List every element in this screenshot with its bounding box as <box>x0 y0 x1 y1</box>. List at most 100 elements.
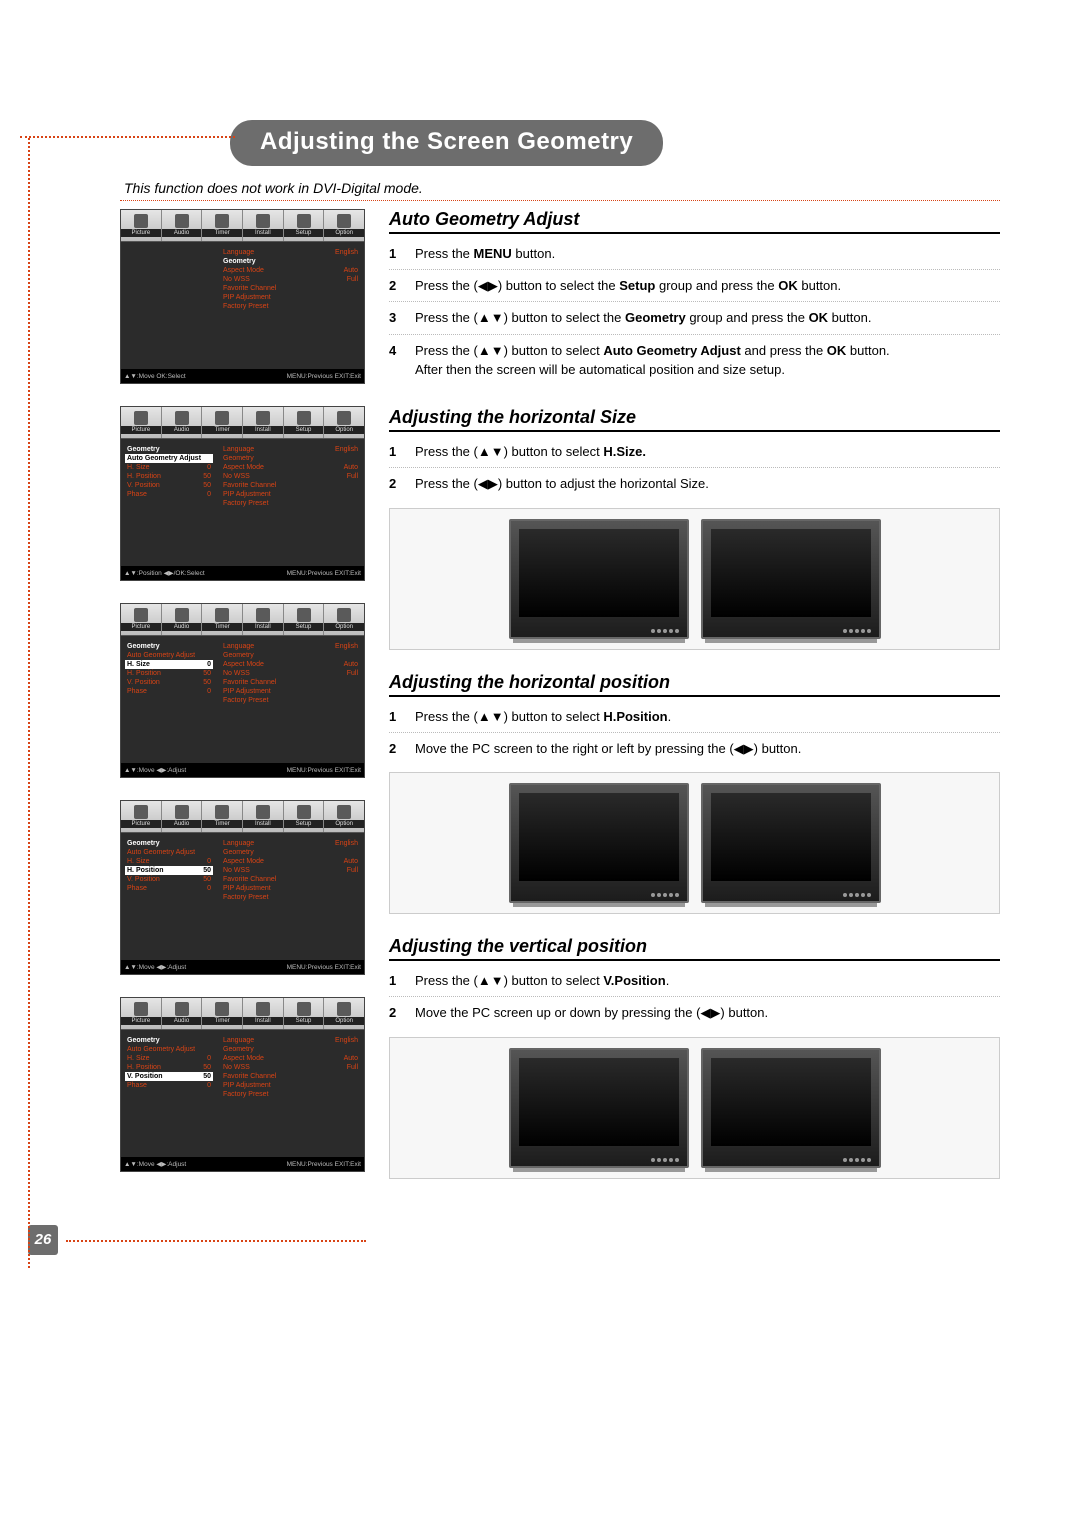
osd-tab-icon <box>134 214 148 228</box>
osd-tab-label: Setup <box>284 426 324 434</box>
page-note: This function does not work in DVI-Digit… <box>124 180 1000 196</box>
osd-tab-icon <box>297 411 311 425</box>
osd-menu-item: Factory Preset <box>221 1090 360 1099</box>
osd-tab: Audio <box>162 407 203 438</box>
osd-submenu-item: V. Position50 <box>125 678 213 687</box>
step-item: 2Move the PC screen to the right or left… <box>389 733 1000 764</box>
step-text: Move the PC screen to the right or left … <box>415 739 1000 758</box>
osd-tab-icon <box>337 411 351 425</box>
tv-compare-figure <box>389 772 1000 914</box>
step-list: 1Press the (▲▼) button to select V.Posit… <box>389 965 1000 1028</box>
osd-menu-item: LanguageEnglish <box>221 839 360 848</box>
tv-illustration <box>509 783 689 903</box>
step-item: 3Press the (▲▼) button to select the Geo… <box>389 302 1000 334</box>
osd-menu-item: Geometry <box>221 1045 360 1054</box>
osd-tab: Picture <box>121 604 162 635</box>
osd-tab: Audio <box>162 998 203 1029</box>
osd-tab-icon <box>256 214 270 228</box>
osd-tab-label: Picture <box>121 820 161 828</box>
step-text: Press the MENU button. <box>415 244 1000 263</box>
osd-submenu-heading: Geometry <box>125 839 213 848</box>
tv-illustration <box>701 783 881 903</box>
osd-submenu-item: Auto Geometry Adjust <box>125 454 213 463</box>
step-text: Press the (▲▼) button to select H.Positi… <box>415 707 1000 726</box>
osd-tab: Audio <box>162 801 203 832</box>
osd-submenu-item: Auto Geometry Adjust <box>125 1045 213 1054</box>
osd-tab-label: Audio <box>162 820 202 828</box>
step-number: 4 <box>389 341 405 379</box>
osd-submenu-item: Phase0 <box>125 1081 213 1090</box>
osd-menu-item: No WSSFull <box>221 669 360 678</box>
osd-tab-label: Setup <box>284 229 324 237</box>
section-title: Adjusting the horizontal position <box>389 672 1000 697</box>
osd-submenu-item: H. Position50 <box>125 669 213 678</box>
osd-tab-label: Install <box>243 229 283 237</box>
osd-menu-item: Aspect ModeAuto <box>221 1054 360 1063</box>
osd-submenu-item: H. Position50 <box>125 866 213 875</box>
osd-tab: Option <box>324 604 364 635</box>
osd-tab-label: Install <box>243 1017 283 1025</box>
step-item: 1Press the MENU button. <box>389 238 1000 270</box>
osd-tab-icon <box>134 411 148 425</box>
osd-footer-left: ▲▼:Move ◀▶:Adjust <box>124 1160 186 1168</box>
osd-submenu-item: H. Size0 <box>125 463 213 472</box>
osd-tab-icon <box>337 1002 351 1016</box>
osd-tab-label: Picture <box>121 426 161 434</box>
osd-submenu-item: Auto Geometry Adjust <box>125 651 213 660</box>
osd-footer-right: MENU:Previous EXIT:Exit <box>287 1161 361 1168</box>
osd-tab-label: Timer <box>202 229 242 237</box>
screenshots-column: PictureAudioTimerInstallSetupOptionLangu… <box>120 209 365 1201</box>
step-item: 1Press the (▲▼) button to select H.Posit… <box>389 701 1000 733</box>
osd-tab-icon <box>134 608 148 622</box>
osd-menu-item: PIP Adjustment <box>221 1081 360 1090</box>
osd-menu-item: PIP Adjustment <box>221 687 360 696</box>
osd-screenshot: PictureAudioTimerInstallSetupOptionGeome… <box>120 406 365 581</box>
osd-menu-item: Geometry <box>221 651 360 660</box>
osd-tab-label: Timer <box>202 623 242 631</box>
osd-menu-item: Geometry <box>221 848 360 857</box>
osd-tab-label: Picture <box>121 1017 161 1025</box>
osd-tab-icon <box>256 1002 270 1016</box>
osd-tab: Audio <box>162 210 203 241</box>
section-vpos: Adjusting the vertical position1Press th… <box>389 936 1000 1178</box>
osd-tab-icon <box>256 608 270 622</box>
step-number: 2 <box>389 1003 405 1022</box>
step-number: 2 <box>389 276 405 295</box>
step-item: 2Press the (◀▶) button to adjust the hor… <box>389 468 1000 499</box>
osd-menu-item: Factory Preset <box>221 499 360 508</box>
osd-submenu-heading: Geometry <box>125 1036 213 1045</box>
osd-menu-item: LanguageEnglish <box>221 642 360 651</box>
tv-illustration <box>509 519 689 639</box>
osd-menu-item: PIP Adjustment <box>221 490 360 499</box>
osd-menu-item: Factory Preset <box>221 302 360 311</box>
step-text: Press the (▲▼) button to select H.Size. <box>415 442 1000 461</box>
osd-submenu-heading: Geometry <box>125 642 213 651</box>
osd-menu-item: Favorite Channel <box>221 1072 360 1081</box>
osd-menu-item: No WSSFull <box>221 472 360 481</box>
osd-menu-item: Geometry <box>221 454 360 463</box>
osd-menu-item: Aspect ModeAuto <box>221 463 360 472</box>
section-auto: Auto Geometry Adjust1Press the MENU butt… <box>389 209 1000 385</box>
osd-footer-right: MENU:Previous EXIT:Exit <box>287 964 361 971</box>
osd-tab-icon <box>175 411 189 425</box>
osd-screenshot: PictureAudioTimerInstallSetupOptionGeome… <box>120 603 365 778</box>
tv-compare-figure <box>389 508 1000 650</box>
osd-menu-item: No WSSFull <box>221 866 360 875</box>
osd-menu-item: Favorite Channel <box>221 284 360 293</box>
step-number: 2 <box>389 474 405 493</box>
content: PictureAudioTimerInstallSetupOptionLangu… <box>120 209 1000 1201</box>
osd-tab-icon <box>215 411 229 425</box>
osd-tab-icon <box>175 1002 189 1016</box>
osd-menu-item: LanguageEnglish <box>221 1036 360 1045</box>
osd-tab-icon <box>175 214 189 228</box>
decorative-dots-vertical <box>28 138 30 1268</box>
page-footer: 26 <box>120 1225 1000 1255</box>
osd-menu-item: PIP Adjustment <box>221 293 360 302</box>
osd-tab-icon <box>134 1002 148 1016</box>
instructions-column: Auto Geometry Adjust1Press the MENU butt… <box>389 209 1000 1201</box>
osd-footer-left: ▲▼:Move ◀▶:Adjust <box>124 963 186 971</box>
osd-tab: Install <box>243 604 284 635</box>
osd-menu-item: LanguageEnglish <box>221 445 360 454</box>
osd-tab: Picture <box>121 210 162 241</box>
tv-illustration <box>509 1048 689 1168</box>
